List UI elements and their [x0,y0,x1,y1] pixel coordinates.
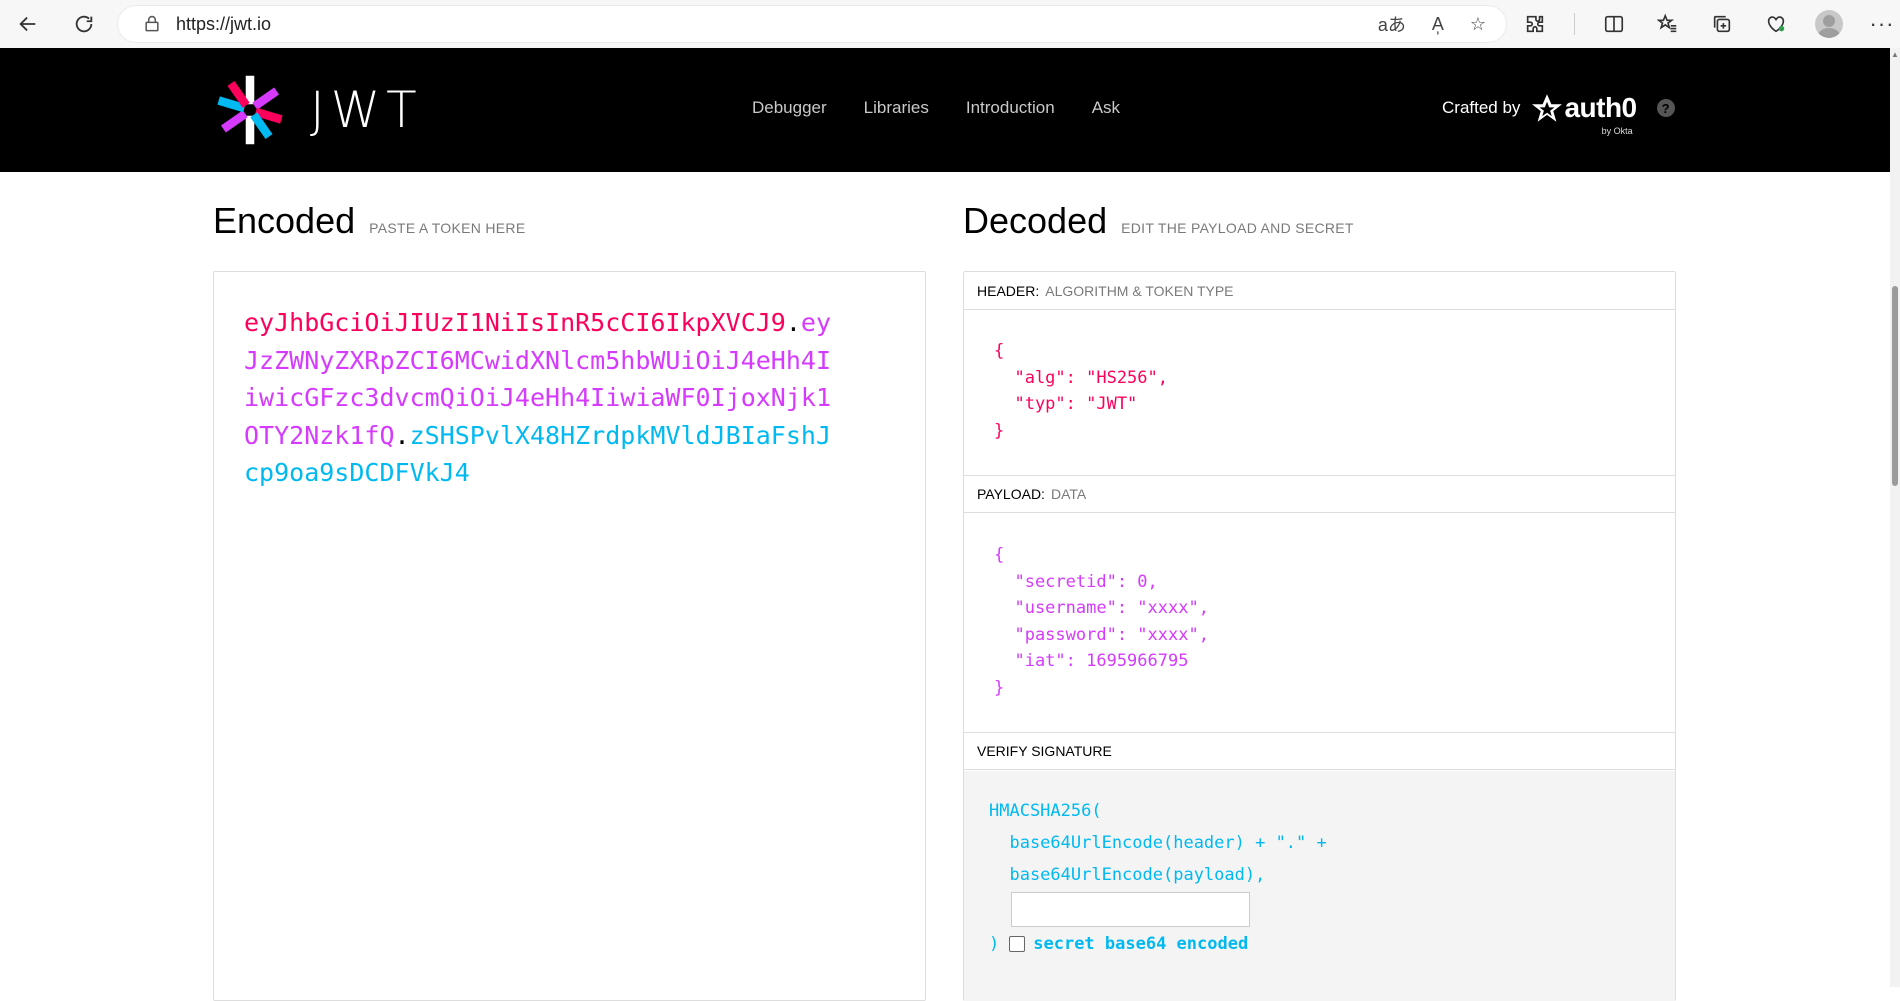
jwt-logo-mark-icon [217,75,283,145]
help-icon[interactable]: ? [1656,99,1675,117]
secret-base64-label[interactable]: secret base64 encoded [1033,934,1248,954]
jwt-logo[interactable]: JWT [212,72,423,148]
site-header: JWT Debugger Libraries Introduction Ask … [0,48,1890,172]
encoded-subtitle: PASTE A TOKEN HERE [369,220,526,236]
split-screen-icon[interactable] [1599,9,1629,39]
profile-avatar[interactable] [1815,10,1843,38]
verify-close-paren: ) [989,934,1000,954]
nav-introduction[interactable]: Introduction [966,98,1055,118]
nav-libraries[interactable]: Libraries [864,98,929,118]
verify-signature-body: HMACSHA256( base64UrlEncode(header) + ".… [964,771,1675,1001]
token-dot: . [785,308,801,337]
back-arrow-icon [19,16,36,32]
scroll-thumb[interactable] [1892,286,1898,486]
auth0-logo[interactable]: auth0 by Okta [1532,92,1637,136]
token-dot: . [394,420,410,450]
nav-ask[interactable]: Ask [1092,98,1120,118]
encoded-token-text[interactable]: eyJhbGciOiJIUzI1NiIsInR5cCI6IkpXVCJ9.eyJ… [244,304,844,492]
browser-toolbar: https://jwt.io aあ A̩ ☆ ··· [0,0,1900,48]
decoded-panel: HEADER: ALGORITHM & TOKEN TYPE { "alg": … [963,271,1676,1001]
crafted-by-label: Crafted by [1442,98,1521,117]
back-button[interactable] [8,4,48,44]
secret-base64-checkbox[interactable] [1009,936,1026,952]
collections-icon[interactable] [1707,9,1737,39]
scroll-up-icon[interactable]: ▲ [1890,50,1900,60]
refresh-button[interactable] [64,4,104,44]
favorites-icon[interactable] [1653,9,1683,39]
translate-icon[interactable]: aあ [1378,11,1406,37]
payload-pane-title: PAYLOAD: DATA [964,475,1675,513]
verify-pane-title: VERIFY SIGNATURE [964,732,1675,770]
payload-pane-label: PAYLOAD: [977,486,1045,502]
decoded-title: Decoded [963,200,1108,241]
verify-close-row: ) secret base64 encoded [989,934,1248,954]
browser-essentials-icon[interactable] [1761,9,1791,39]
favorite-star-icon[interactable]: ☆ [1470,14,1486,35]
decoded-heading: Decoded EDIT THE PAYLOAD AND SECRET [963,200,1354,242]
lock-icon [145,15,159,32]
auth0-star-icon [1532,94,1563,122]
header-pane-sublabel: ALGORITHM & TOKEN TYPE [1045,282,1234,299]
toolbar-divider [1574,13,1575,35]
address-bar-actions: aあ A̩ ☆ [1378,6,1486,42]
payload-pane-sublabel: DATA [1050,486,1087,502]
encoded-token-input[interactable]: eyJhbGciOiJIUzI1NiIsInR5cCI6IkpXVCJ9.eyJ… [213,271,926,1001]
header-json-editor[interactable]: { "alg": "HS256", "typ": "JWT" } [994,338,1168,444]
token-header-part: eyJhbGciOiJIUzI1NiIsInR5cCI6IkpXVCJ9 [244,308,786,337]
header-pane-title: HEADER: ALGORITHM & TOKEN TYPE [964,272,1675,310]
page-scrollbar[interactable]: ▲ [1890,48,1900,987]
header-pane-label: HEADER: [977,282,1040,299]
extensions-icon[interactable] [1520,9,1550,39]
verify-pane-label: VERIFY SIGNATURE [977,743,1112,759]
more-options-icon[interactable]: ··· [1867,9,1897,39]
payload-json-editor[interactable]: { "secretid": 0, "username": "xxxx", "pa… [994,542,1209,701]
auth0-wordmark: auth0 [1564,92,1637,123]
browser-toolbar-right: ··· [1520,4,1897,44]
url-text[interactable]: https://jwt.io [176,14,271,35]
encoded-title: Encoded [213,200,356,241]
auth0-by-okta: by Okta [1601,126,1633,136]
nav-debugger[interactable]: Debugger [752,98,827,118]
read-aloud-icon[interactable]: A̩ [1432,14,1444,35]
main-nav: Debugger Libraries Introduction Ask [752,98,1120,118]
jwt-logo-text: JWT [310,81,423,139]
verify-signature-code: HMACSHA256( base64UrlEncode(header) + ".… [989,801,1327,885]
secret-input[interactable] [1011,892,1250,927]
crafted-by: Crafted by auth0 by Okta ? [1442,92,1675,136]
encoded-heading: Encoded PASTE A TOKEN HERE [213,200,525,242]
decoded-subtitle: EDIT THE PAYLOAD AND SECRET [1121,220,1354,236]
address-bar[interactable]: https://jwt.io aあ A̩ ☆ [118,6,1506,42]
refresh-icon [75,15,93,33]
